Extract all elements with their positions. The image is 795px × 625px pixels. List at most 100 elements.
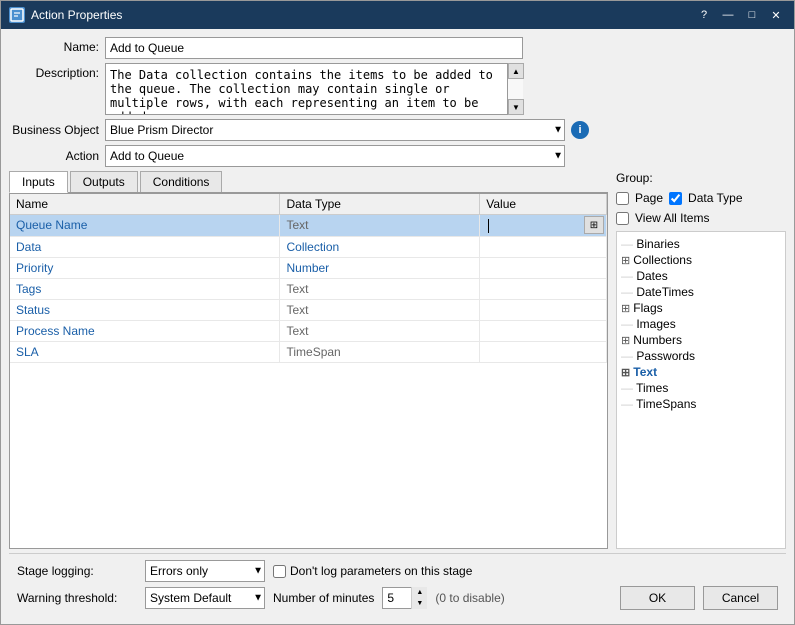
stage-logging-select-wrapper: Errors only All None ▼ <box>145 560 265 582</box>
disable-note: (0 to disable) <box>435 591 504 605</box>
tree-item-dates[interactable]: Dates <box>621 268 781 284</box>
bottom-bar: Stage logging: Errors only All None ▼ Do… <box>9 553 786 616</box>
warning-threshold-row: Warning threshold: System Default ▼ Numb… <box>17 586 778 610</box>
cell-value <box>480 278 607 299</box>
close-button[interactable]: ✕ <box>766 6 786 24</box>
cell-type: Text <box>280 320 480 341</box>
tree-item-text[interactable]: Text <box>621 364 781 380</box>
text-cursor <box>488 219 489 233</box>
cell-type: Text <box>280 299 480 320</box>
description-input[interactable]: The Data collection contains the items t… <box>105 63 523 115</box>
tree-item-flags[interactable]: Flags <box>621 300 781 316</box>
minimize-button[interactable]: — <box>718 6 738 24</box>
page-checkbox[interactable] <box>616 192 629 205</box>
tabs-bar: Inputs Outputs Conditions <box>9 171 608 193</box>
cell-name: Priority <box>10 257 280 278</box>
col-value: Value <box>480 194 607 215</box>
info-icon[interactable]: i <box>571 121 589 139</box>
cell-type: TimeSpan <box>280 341 480 362</box>
business-object-select-wrapper: Blue Prism Director ▼ <box>105 119 565 141</box>
window-icon <box>9 7 25 23</box>
cell-name: Data <box>10 236 280 257</box>
right-panel: Group: Page Data Type View All Items Bin… <box>616 171 786 549</box>
inputs-table-container: Name Data Type Value Queue Name Text <box>9 193 608 549</box>
description-wrapper: The Data collection contains the items t… <box>105 63 523 115</box>
datatype-checkbox[interactable] <box>669 192 682 205</box>
minutes-spin-up[interactable]: ▲ <box>412 587 427 598</box>
table-row[interactable]: Tags Text <box>10 278 607 299</box>
cell-name: Process Name <box>10 320 280 341</box>
cell-value <box>480 257 607 278</box>
warning-threshold-select[interactable]: System Default <box>145 587 265 609</box>
tab-conditions[interactable]: Conditions <box>140 171 223 192</box>
cell-value <box>480 320 607 341</box>
cell-type: Text <box>280 215 480 237</box>
ok-button[interactable]: OK <box>620 586 695 610</box>
scroll-track <box>508 79 523 99</box>
col-datatype: Data Type <box>280 194 480 215</box>
minutes-spin-down[interactable]: ▼ <box>412 598 427 609</box>
cell-value <box>480 341 607 362</box>
window-title: Action Properties <box>31 8 694 22</box>
dont-log-label: Don't log parameters on this stage <box>273 564 472 578</box>
name-label: Name: <box>9 37 99 54</box>
dont-log-checkbox[interactable] <box>273 565 286 578</box>
minutes-input-wrapper: ▲ ▼ <box>382 587 427 609</box>
tree-item-passwords[interactable]: Passwords <box>621 348 781 364</box>
cancel-button[interactable]: Cancel <box>703 586 778 610</box>
type-tree[interactable]: Binaries Collections Dates DateTimes Fla… <box>616 231 786 549</box>
action-row: Action Add to Queue ▼ <box>9 145 786 167</box>
table-row[interactable]: Process Name Text <box>10 320 607 341</box>
table-header-row: Name Data Type Value <box>10 194 607 215</box>
tab-inputs[interactable]: Inputs <box>9 171 68 193</box>
main-window: Action Properties ? — □ ✕ Name: Descript… <box>0 0 795 625</box>
tab-outputs[interactable]: Outputs <box>70 171 138 192</box>
page-checkbox-row: Page Data Type <box>616 191 786 205</box>
calc-button[interactable]: ⊞ <box>584 216 604 234</box>
cell-type: Collection <box>280 236 480 257</box>
business-object-select[interactable]: Blue Prism Director <box>105 119 565 141</box>
stage-logging-select[interactable]: Errors only All None <box>145 560 265 582</box>
action-select[interactable]: Add to Queue <box>105 145 565 167</box>
group-label: Group: <box>616 171 786 185</box>
content-area: Name: Description: The Data collection c… <box>1 29 794 624</box>
tree-item-numbers[interactable]: Numbers <box>621 332 781 348</box>
table-row[interactable]: Data Collection <box>10 236 607 257</box>
minutes-spinner: ▲ ▼ <box>411 587 427 609</box>
maximize-button[interactable]: □ <box>742 6 762 24</box>
minutes-label: Number of minutes <box>273 591 374 605</box>
tree-item-images[interactable]: Images <box>621 316 781 332</box>
scroll-down-btn[interactable]: ▼ <box>508 99 524 115</box>
tree-item-datetimes[interactable]: DateTimes <box>621 284 781 300</box>
viewall-checkbox-row: View All Items <box>616 211 786 225</box>
description-row: Description: The Data collection contain… <box>9 63 786 115</box>
cell-type: Text <box>280 278 480 299</box>
tree-item-times[interactable]: Times <box>621 380 781 396</box>
cell-value <box>480 299 607 320</box>
tree-item-timespans[interactable]: TimeSpans <box>621 396 781 412</box>
tree-item-collections[interactable]: Collections <box>621 252 781 268</box>
tree-item-binaries[interactable]: Binaries <box>621 236 781 252</box>
description-label: Description: <box>9 63 99 80</box>
description-scrollbar: ▲ ▼ <box>507 63 523 115</box>
left-panel: Inputs Outputs Conditions Name Data Type… <box>9 171 608 549</box>
viewall-checkbox[interactable] <box>616 212 629 225</box>
viewall-label: View All Items <box>635 211 709 225</box>
page-label: Page <box>635 191 663 205</box>
action-select-wrapper: Add to Queue ▼ <box>105 145 565 167</box>
cell-name: Tags <box>10 278 280 299</box>
help-button[interactable]: ? <box>694 6 714 24</box>
name-input[interactable] <box>105 37 523 59</box>
stage-logging-row: Stage logging: Errors only All None ▼ Do… <box>17 560 778 582</box>
dont-log-text: Don't log parameters on this stage <box>290 564 472 578</box>
table-row[interactable]: SLA TimeSpan <box>10 341 607 362</box>
cell-value[interactable]: ⊞ <box>480 215 607 237</box>
scroll-up-btn[interactable]: ▲ <box>508 63 524 79</box>
cell-name: Queue Name <box>10 215 280 237</box>
table-row[interactable]: Queue Name Text ⊞ <box>10 215 607 237</box>
stage-logging-label: Stage logging: <box>17 564 137 578</box>
table-row[interactable]: Status Text <box>10 299 607 320</box>
title-bar: Action Properties ? — □ ✕ <box>1 1 794 29</box>
cell-type: Number <box>280 257 480 278</box>
table-row[interactable]: Priority Number <box>10 257 607 278</box>
